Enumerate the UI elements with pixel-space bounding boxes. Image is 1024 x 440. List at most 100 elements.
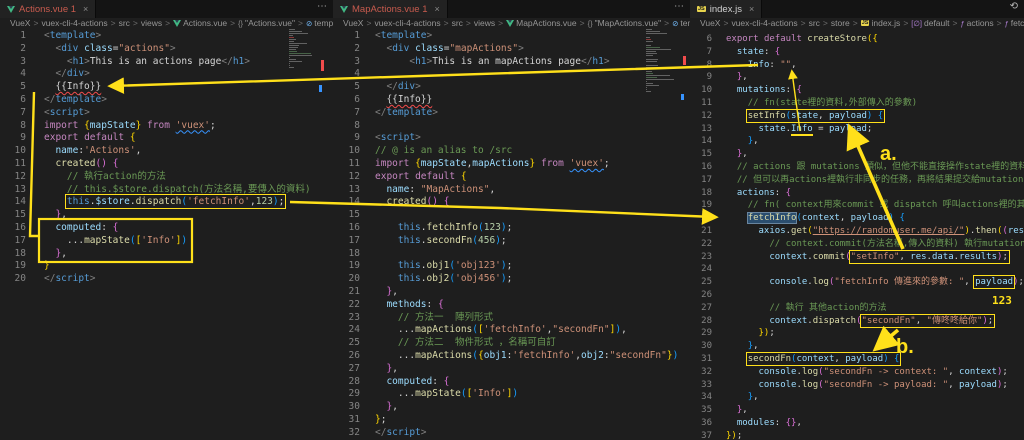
line-number[interactable]: 30 xyxy=(690,340,712,353)
code-line[interactable]: }, xyxy=(44,248,333,261)
code-line[interactable]: export default createStore({ xyxy=(726,33,1024,46)
code-line[interactable]: <script> xyxy=(44,107,333,120)
code-line[interactable]: }); xyxy=(726,327,1024,340)
code-line[interactable]: {{Info}} xyxy=(375,94,690,107)
code-line[interactable]: // this.$store.dispatch(方法名稱,要傳入的資料) xyxy=(44,184,333,197)
breadcrumb-item[interactable]: {} "Actions.vue" xyxy=(238,18,295,28)
breadcrumb-item[interactable]: vuex-cli-4-actions xyxy=(41,18,107,28)
breadcrumb-item[interactable]: views xyxy=(474,18,495,28)
code-line[interactable]: ...mapState(['Info']) xyxy=(44,235,333,248)
code-line[interactable] xyxy=(375,68,690,81)
code-line[interactable]: {{Info}} xyxy=(44,81,333,94)
code-line[interactable]: this.fetchInfo(123); xyxy=(375,222,690,235)
code-line[interactable]: Info: "", xyxy=(726,59,1024,72)
line-number[interactable]: 27 xyxy=(690,302,712,315)
code-line[interactable]: </script> xyxy=(375,427,690,440)
code-line[interactable]: state: { xyxy=(726,46,1024,59)
code-line[interactable]: this.$store.dispatch('fetchInfo',123); xyxy=(44,194,333,210)
line-number[interactable]: 28 xyxy=(690,315,712,328)
code-line[interactable]: // fn(state裡的資料,外部傳入的參數) xyxy=(726,97,1024,110)
breadcrumb-item[interactable]: src xyxy=(809,18,820,28)
line-number[interactable]: 15 xyxy=(333,209,360,222)
code-line[interactable]: export default { xyxy=(375,171,690,184)
line-number[interactable]: 7 xyxy=(0,107,26,120)
line-number[interactable]: 15 xyxy=(0,209,26,222)
line-number[interactable]: 9 xyxy=(0,132,26,145)
code-line[interactable]: }, xyxy=(44,209,333,222)
line-number[interactable]: 18 xyxy=(690,187,712,200)
code-line[interactable]: <div class="mapActions"> xyxy=(375,43,690,56)
line-number[interactable]: 3 xyxy=(0,56,26,69)
code-line[interactable]: </div> xyxy=(44,68,333,81)
code-line[interactable]: created() { xyxy=(375,196,690,209)
breadcrumb-item[interactable]: vuex-cli-4-actions xyxy=(731,18,797,28)
line-number[interactable]: 23 xyxy=(690,251,712,264)
breadcrumb-item[interactable]: vuex-cli-4-actions xyxy=(374,18,440,28)
line-number[interactable]: 2 xyxy=(0,43,26,56)
line-number[interactable]: 7 xyxy=(333,107,360,120)
code-line[interactable]: <script> xyxy=(375,132,690,145)
breadcrumb-item[interactable]: src xyxy=(119,18,130,28)
line-number[interactable]: 1 xyxy=(0,30,26,43)
code-line[interactable]: console.log("secondFn -> payload: ", pay… xyxy=(726,379,1024,392)
code-line[interactable]: context.dispatch("secondFn", "傳咚咚給你"); xyxy=(726,313,1024,328)
code-line[interactable]: </template> xyxy=(375,107,690,120)
code-line[interactable] xyxy=(375,248,690,261)
code-line[interactable]: export default { xyxy=(44,132,333,145)
line-number[interactable]: 15 xyxy=(690,148,712,161)
line-number[interactable]: 6 xyxy=(0,94,26,107)
line-number[interactable]: 13 xyxy=(690,123,712,136)
breadcrumb-item[interactable]: Actions.vue xyxy=(173,18,227,28)
line-number[interactable]: 26 xyxy=(690,289,712,302)
code-line[interactable] xyxy=(375,209,690,222)
line-number[interactable]: 12 xyxy=(690,110,712,123)
code-line[interactable]: // actions 跟 mutations 類似，但他不能直接操作state裡… xyxy=(726,161,1024,174)
line-number[interactable]: 21 xyxy=(690,225,712,238)
ruler-error-marker[interactable] xyxy=(321,60,324,71)
minimap[interactable] xyxy=(646,29,676,93)
line-number[interactable]: 4 xyxy=(0,68,26,81)
code-line[interactable]: }, xyxy=(726,148,1024,161)
code-line[interactable]: modules: {}, xyxy=(726,417,1024,430)
breadcrumb-item[interactable]: [∅] default xyxy=(911,18,949,28)
line-number[interactable]: 35 xyxy=(690,404,712,417)
ruler-info-marker[interactable] xyxy=(681,94,684,100)
line-number[interactable]: 31 xyxy=(333,414,360,427)
line-number[interactable]: 20 xyxy=(333,273,360,286)
line-number[interactable]: 14 xyxy=(0,196,26,209)
line-number[interactable]: 5 xyxy=(333,81,360,94)
breadcrumb-item[interactable]: VueX xyxy=(343,18,363,28)
line-number[interactable]: 12 xyxy=(0,171,26,184)
line-number[interactable]: 10 xyxy=(333,145,360,158)
code-line[interactable]: <template> xyxy=(375,30,690,43)
code-line[interactable]: // 但可以再actions裡執行非同步的任務，再將結果提交給mutations xyxy=(726,174,1024,187)
close-icon[interactable]: × xyxy=(435,4,440,14)
breadcrumb-item[interactable]: {} "MapActions.vue" xyxy=(588,18,662,28)
code-line[interactable]: }, xyxy=(726,71,1024,84)
code-line[interactable]: // 方法一 陣列形式 xyxy=(375,312,690,325)
line-number[interactable]: 36 xyxy=(690,417,712,430)
code-line[interactable]: // 方法二 物件形式 ，名稱可自訂 xyxy=(375,337,690,350)
line-number[interactable]: 2 xyxy=(333,43,360,56)
line-number[interactable]: 18 xyxy=(0,248,26,261)
line-number[interactable]: 21 xyxy=(333,286,360,299)
code-line[interactable]: secondFn(context, payload) { xyxy=(726,351,1024,366)
line-number[interactable]: 24 xyxy=(690,263,712,276)
code-line[interactable]: // @ is an alias to /src xyxy=(375,145,690,158)
line-number[interactable]: 1 xyxy=(333,30,360,43)
code-line[interactable] xyxy=(726,289,1024,302)
breadcrumb-item[interactable]: VueX xyxy=(700,18,720,28)
line-number[interactable]: 24 xyxy=(333,324,360,337)
line-number[interactable]: 30 xyxy=(333,401,360,414)
code-line[interactable]: }); xyxy=(726,430,1024,440)
line-number[interactable]: 12 xyxy=(333,171,360,184)
code-line[interactable]: this.secondFn(456); xyxy=(375,235,690,248)
line-number[interactable]: 28 xyxy=(333,376,360,389)
code-line[interactable]: computed: { xyxy=(44,222,333,235)
line-number[interactable]: 13 xyxy=(0,184,26,197)
line-number[interactable]: 14 xyxy=(333,196,360,209)
line-number[interactable]: 3 xyxy=(333,56,360,69)
line-number[interactable]: 34 xyxy=(690,391,712,404)
code-line[interactable]: import {mapState,mapActions} from 'vuex'… xyxy=(375,158,690,171)
line-number[interactable]: 4 xyxy=(333,68,360,81)
